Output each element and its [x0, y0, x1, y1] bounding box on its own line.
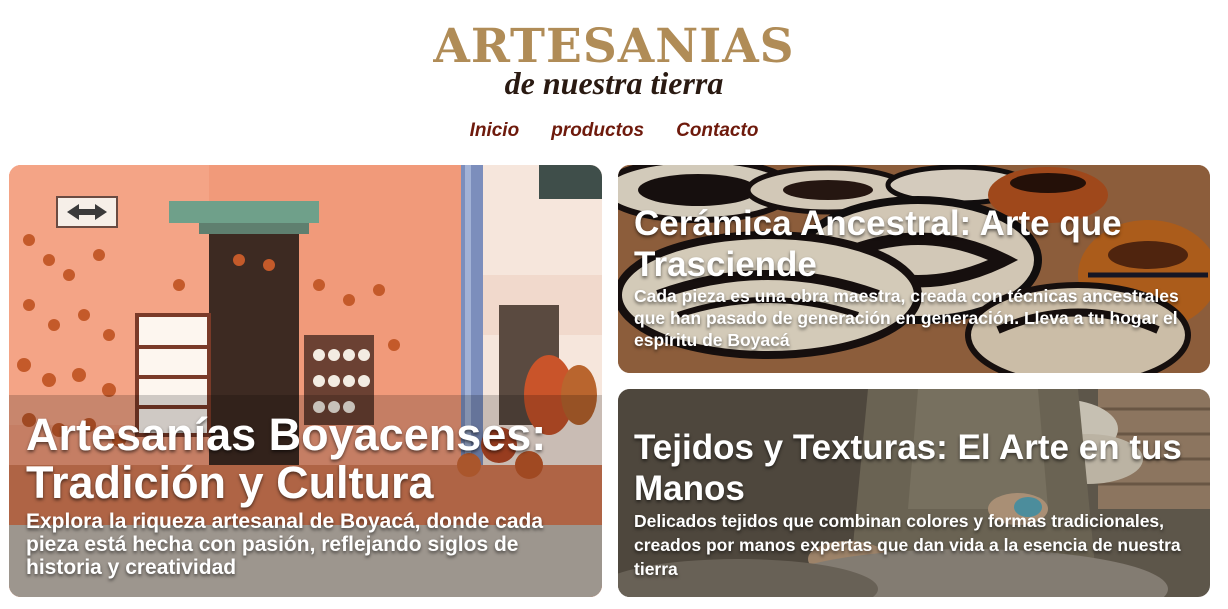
nav-link-productos[interactable]: productos: [551, 119, 644, 143]
card-tejidos-title: Tejidos y Texturas: El Arte en tus Manos: [634, 428, 1182, 508]
card-ceramica-text: Cerámica Ancestral: Arte que Trasciende …: [634, 203, 1204, 351]
brand-logo[interactable]: ARTESANIAS de nuestra tierra: [0, 22, 1228, 101]
card-main-description: Explora la riqueza artesanal de Boyacá, …: [26, 510, 544, 579]
nav-link-inicio[interactable]: Inicio: [470, 119, 520, 143]
feature-card-tejidos[interactable]: Tejidos y Texturas: El Arte en tus Manos…: [618, 389, 1210, 597]
feature-card-ceramica[interactable]: Cerámica Ancestral: Arte que Trasciende …: [618, 165, 1210, 373]
card-ceramica-title: Cerámica Ancestral: Arte que Trasciende: [634, 204, 1122, 284]
card-tejidos-description: Delicados tejidos que combinan colores y…: [634, 511, 1181, 579]
card-tejidos-text: Tejidos y Texturas: El Arte en tus Manos…: [634, 427, 1204, 581]
brand-subtitle: de nuestra tierra: [504, 65, 724, 101]
feature-card-artesanias[interactable]: Artesanías Boyacenses: Tradición y Cultu…: [9, 165, 602, 597]
main-nav: Inicio productos Contacto: [0, 119, 1228, 143]
card-main-text: Artesanías Boyacenses: Tradición y Cultu…: [26, 409, 596, 580]
nav-link-contacto[interactable]: Contacto: [676, 119, 758, 143]
card-main-title: Artesanías Boyacenses: Tradición y Cultu…: [26, 409, 547, 508]
card-ceramica-description: Cada pieza es una obra maestra, creada c…: [634, 286, 1179, 350]
